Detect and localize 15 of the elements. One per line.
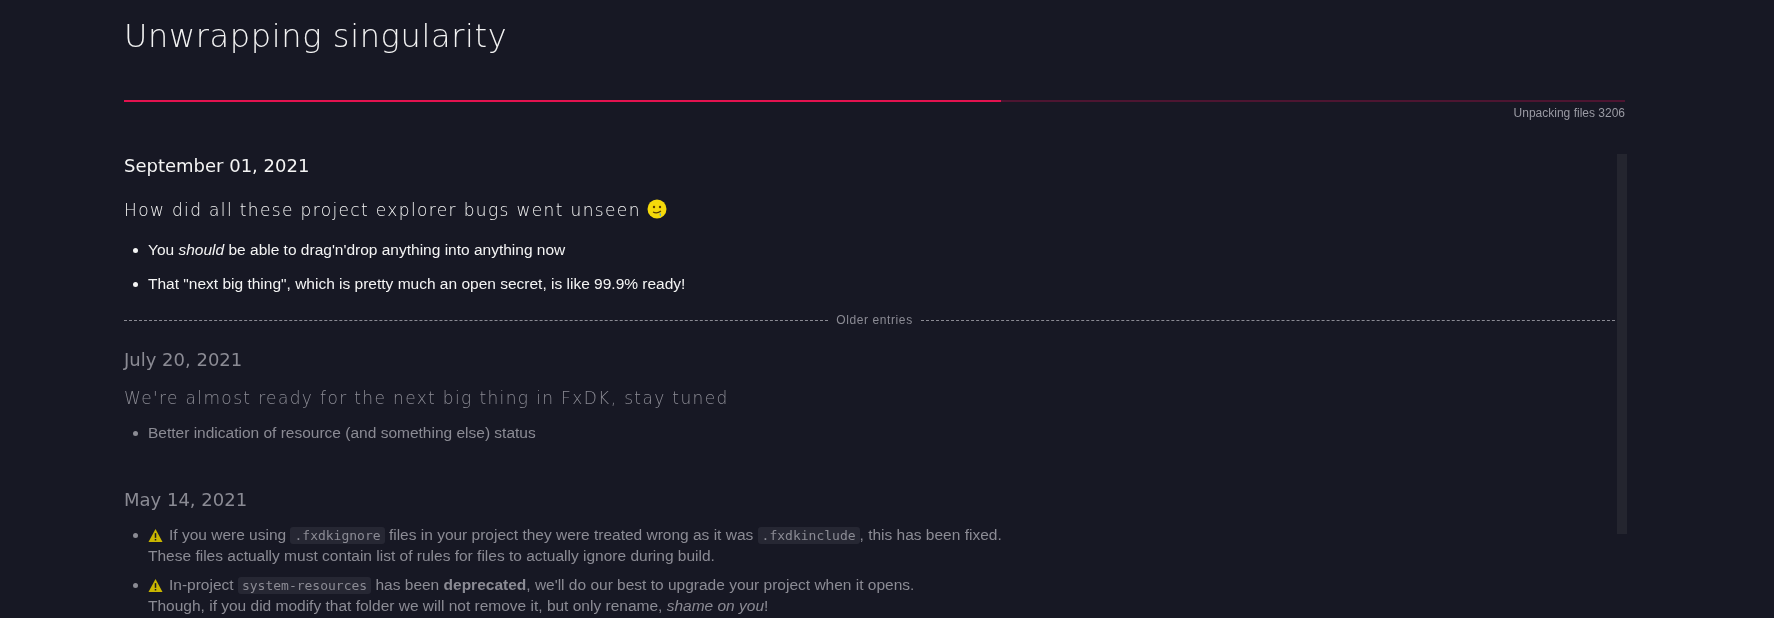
- entry-date: July 20, 2021: [124, 348, 244, 372]
- page-title: Unwrapping singularity: [124, 16, 508, 57]
- entry-date: May 14, 2021: [124, 488, 249, 512]
- entry-heading: How did all these project explorer bugs went unseen: [124, 200, 641, 220]
- status-text: Unpacking files 3206: [1513, 105, 1625, 121]
- entry-text: These files actually must contain list of rules for files to actually ignore during build.: [148, 546, 715, 566]
- entry-text: If you were using .fxdkignore files in your project they were treated wrong as it was .fxdkinclude , this has been fixed.: [169, 525, 1002, 546]
- divider-label: Older entries: [835, 312, 914, 328]
- entry-text: You should be able to drag'n'drop anything into anything now: [148, 240, 566, 260]
- entry-text: In-project system-resources has been deprecated, we'll do our best to upgrade your project when it opens.: [169, 575, 915, 596]
- entry-heading: We're almost ready for the next big thing in FxDK, stay tuned: [124, 388, 729, 408]
- entry-text: That "next big thing", which is pretty much an open secret, is like 99.9% ready!: [148, 274, 686, 294]
- entry-date: September 01, 2021: [124, 154, 311, 178]
- entry-text: Better indication of resource (and something else) status: [148, 423, 536, 443]
- entry-text: Though, if you did modify that folder we will not remove it, but only rename, shame on you!: [148, 596, 769, 616]
